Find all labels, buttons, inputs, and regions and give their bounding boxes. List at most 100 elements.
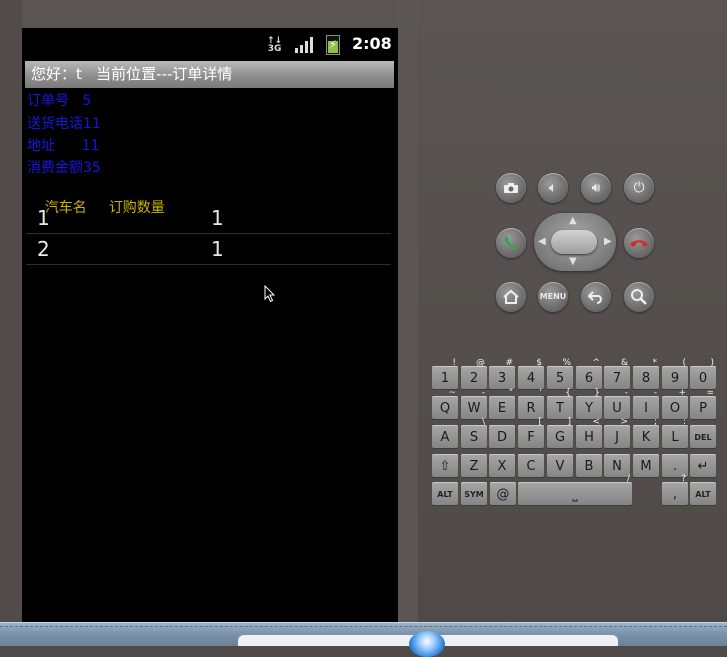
key-label: G [554, 430, 566, 445]
list-item[interactable]: 1 1 [26, 204, 391, 234]
key-d[interactable]: D [489, 425, 515, 448]
back-button[interactable] [581, 282, 611, 312]
key-label: N [612, 459, 622, 474]
key-label: T [556, 401, 564, 416]
key-v[interactable]: V [547, 454, 573, 477]
quantity-cell: 1 [211, 206, 224, 230]
key-j[interactable]: J > [604, 418, 630, 448]
volume-up-button[interactable]: 🔊︎ [581, 173, 611, 203]
key-g[interactable]: G] [547, 418, 573, 448]
key-label: J [615, 430, 619, 445]
dpad-up-icon[interactable]: ▲ [569, 215, 577, 226]
key-q[interactable]: Q ~ [432, 389, 458, 419]
key-u[interactable]: U- [604, 389, 630, 419]
key-e[interactable]: E " [489, 389, 515, 419]
key-alt-label: = [706, 388, 714, 398]
key-alt-label: < [592, 417, 600, 427]
dpad-center-button[interactable] [551, 230, 597, 254]
key-r[interactable]: R ' [518, 389, 544, 419]
back-icon [587, 291, 602, 304]
key-2[interactable]: 2 @ [461, 359, 487, 389]
volume-up-icon: 🔊︎ [591, 180, 601, 196]
volume-down-button[interactable]: 🔈︎ [538, 173, 568, 203]
key-label: SYM [464, 490, 484, 499]
key-s[interactable]: S \ [461, 418, 487, 448]
key-p[interactable]: P = [690, 389, 716, 419]
key-alt-label: + [678, 388, 686, 398]
key-label: L [671, 430, 679, 445]
key-label: D [496, 430, 507, 445]
key-l[interactable]: L: [662, 418, 688, 448]
signal-icon [295, 37, 315, 53]
key-alt-label: [ [538, 417, 542, 427]
dpad-down-icon[interactable]: ▼ [569, 256, 577, 267]
key-label: 3 [497, 371, 507, 386]
key-label: I [644, 401, 648, 416]
key-0[interactable]: 0) [690, 359, 716, 389]
key-o[interactable]: O + [662, 389, 688, 419]
key-sym[interactable]: SYM [461, 482, 487, 505]
key-9[interactable]: 9( [662, 359, 688, 389]
key-i[interactable]: I- [633, 389, 659, 419]
key-8[interactable]: 8 * [633, 359, 659, 389]
key-label: 1 [440, 371, 450, 386]
key-f[interactable]: F[ [518, 418, 544, 448]
camera-button[interactable] [496, 173, 526, 203]
key-shift[interactable]: ⇧ [432, 454, 458, 477]
key-label: ALT [695, 490, 711, 499]
key-label: 6 [584, 371, 594, 386]
power-button[interactable]: ⏻ [624, 173, 654, 203]
search-button[interactable] [624, 282, 654, 312]
start-orb-icon[interactable] [409, 631, 445, 657]
battery-icon: ⚡ [326, 35, 340, 55]
key-m[interactable]: M [633, 454, 659, 477]
key-3[interactable]: 3 # [489, 359, 515, 389]
key-4[interactable]: 4 $ [518, 359, 544, 389]
key-5[interactable]: 5% [547, 359, 573, 389]
key-alt-label: / [626, 474, 630, 484]
key-t[interactable]: T{ [547, 389, 573, 419]
key-7[interactable]: 7 & [604, 359, 630, 389]
key-label: ⎵ [572, 487, 578, 502]
key-x[interactable]: X [489, 454, 515, 477]
key-c[interactable]: C [518, 454, 544, 477]
menu-button[interactable]: MENU [538, 282, 568, 312]
key-b[interactable]: B [576, 454, 602, 477]
dpad-right-icon[interactable]: ▶ [604, 236, 612, 247]
key-label: 2 [469, 371, 479, 386]
key-w[interactable]: W- [461, 389, 487, 419]
camera-icon [504, 183, 518, 193]
key-del[interactable]: DEL [690, 425, 716, 448]
key-alt-label: # [505, 358, 513, 368]
key-alt-label: ] [567, 417, 571, 427]
key-z[interactable]: Z [461, 454, 487, 477]
key-label: E [497, 401, 507, 416]
list-item[interactable]: 2 1 [26, 235, 391, 265]
key-alt-label: { [565, 388, 571, 398]
key-at[interactable]: @ [490, 482, 516, 505]
key-alt-label: ( [682, 358, 686, 368]
key-label: Q [439, 401, 451, 416]
key-y[interactable]: Y} [576, 389, 602, 419]
key-alt-right[interactable]: ALT [690, 482, 716, 505]
key-label: C [526, 459, 536, 474]
quantity-cell: 1 [211, 237, 224, 261]
key-6[interactable]: 6 ^ [576, 359, 602, 389]
end-call-button[interactable] [624, 228, 654, 258]
key-a[interactable]: A [432, 425, 458, 448]
key-label: M [640, 459, 652, 474]
key-comma[interactable]: ,? [662, 475, 688, 505]
network-3g-icon: ↑↓ 3G [267, 36, 283, 54]
taskbar-dashed-line [0, 626, 727, 627]
dpad-left-icon[interactable]: ◀ [538, 236, 546, 247]
home-button[interactable] [496, 282, 526, 312]
key-space[interactable]: ⎵ / [518, 475, 632, 505]
key-alt-left[interactable]: ALT [432, 482, 458, 505]
call-button[interactable] [496, 228, 526, 258]
key-alt-label: ' [539, 388, 542, 398]
key-k[interactable]: K; [633, 418, 659, 448]
key-h[interactable]: H < [576, 418, 602, 448]
key-enter[interactable]: ↵ [690, 454, 716, 477]
key-1[interactable]: 1! [432, 359, 458, 389]
address: 地址 11 [27, 138, 100, 154]
